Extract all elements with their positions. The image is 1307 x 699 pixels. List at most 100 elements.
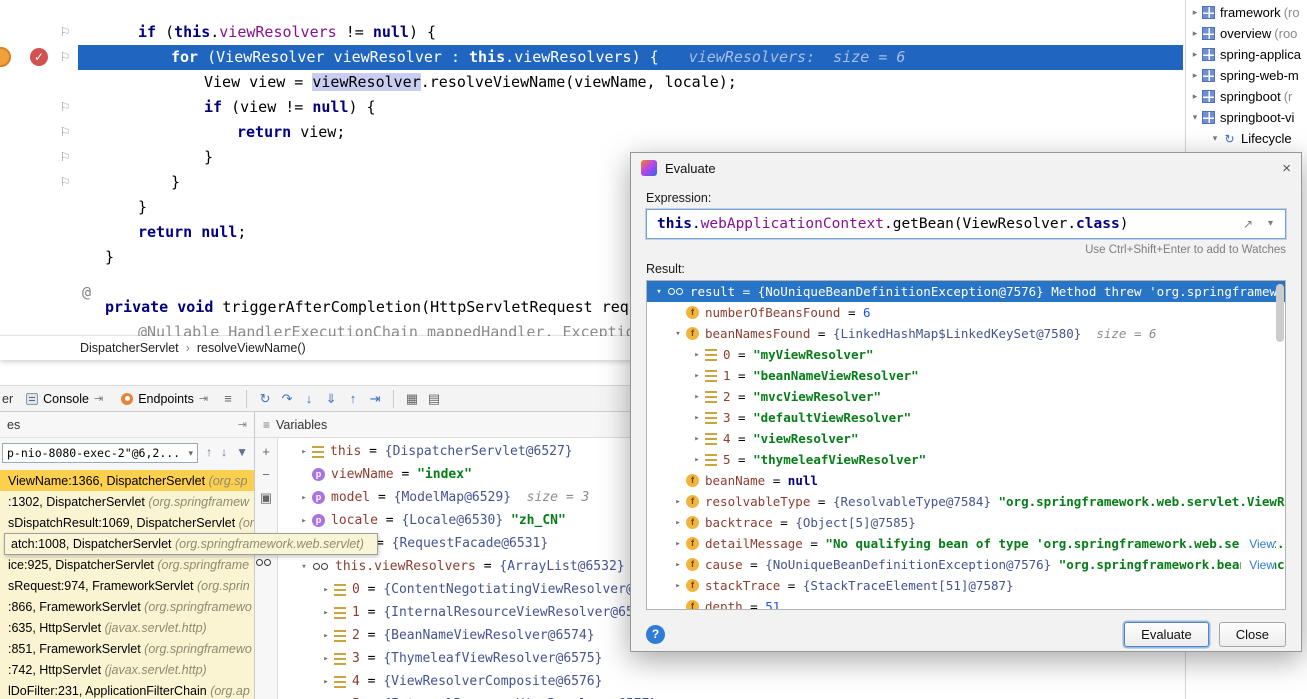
result-row[interactable]: ▸fstackTrace = {StackTraceElement[51]@75… <box>647 575 1285 596</box>
stack-frame-row[interactable]: ViewName:1366, DispatcherServlet (org.sp <box>0 470 255 491</box>
help-icon[interactable]: ? <box>646 625 665 644</box>
result-row[interactable]: ▸fbacktrace = {Object[5]@7585} <box>647 512 1285 533</box>
chevron-icon[interactable]: ▾ <box>296 562 312 572</box>
frames-list[interactable]: ViewName:1366, DispatcherServlet (org.sp… <box>0 470 255 699</box>
stack-frame-row[interactable]: :742, HttpServlet (javax.servlet.http) <box>0 659 255 680</box>
step-over-icon[interactable]: ↷ <box>276 391 298 407</box>
code-line[interactable]: View view = viewResolver.resolveViewName… <box>0 70 1183 95</box>
add-watch-icon[interactable]: + <box>255 444 277 459</box>
code-line[interactable]: if (this.viewResolvers != null) { <box>0 20 1183 45</box>
evaluate-button[interactable]: Evaluate <box>1124 622 1209 647</box>
result-row[interactable]: ▸5 = "thymeleafViewResolver" <box>647 449 1285 470</box>
duplicate-watch-icon[interactable]: ▣ <box>255 490 277 506</box>
chevron-icon[interactable]: ▸ <box>1188 28 1202 39</box>
chevron-icon[interactable]: ▾ <box>1188 112 1202 123</box>
breadcrumb-class[interactable]: DispatcherServlet <box>80 341 179 355</box>
bookmark-icon[interactable]: ⚐ <box>58 150 72 164</box>
chevron-icon[interactable]: ▸ <box>296 493 312 503</box>
chevron-icon[interactable]: ▸ <box>1188 91 1202 102</box>
stack-frame-row[interactable]: :635, HttpServlet (javax.servlet.http) <box>0 617 255 638</box>
stack-frame-row[interactable]: :851, FrameworkServlet (org.springframew… <box>0 638 255 659</box>
watch-glasses-icon[interactable] <box>255 556 277 569</box>
bookmark-icon[interactable]: ⚐ <box>58 100 72 114</box>
result-row[interactable]: ▸4 = "viewResolver" <box>647 428 1285 449</box>
chevron-icon[interactable]: ▸ <box>318 608 334 618</box>
chevron-icon[interactable]: ▸ <box>318 631 334 641</box>
result-row[interactable]: ▸2 = "mvcViewResolver" <box>647 386 1285 407</box>
hamburger-menu-icon[interactable]: ≡ <box>217 391 239 406</box>
chevron-icon[interactable]: ▸ <box>689 392 705 402</box>
chevron-icon[interactable]: ▸ <box>670 560 686 570</box>
result-row[interactable]: ▾result = {NoUniqueBeanDefinitionExcepti… <box>647 281 1285 302</box>
maven-item[interactable]: ▾↻Lifecycle <box>1186 128 1307 149</box>
maven-tree[interactable]: ▸framework (ro▸overview (roo▸spring-appl… <box>1186 2 1307 149</box>
result-row[interactable]: ▸fcause = {NoUniqueBeanDefinitionExcepti… <box>647 554 1285 575</box>
stack-frame-row[interactable]: sRequest:974, FrameworkServlet (org.spri… <box>0 575 255 596</box>
maven-item[interactable]: ▸overview (roo <box>1186 23 1307 44</box>
expand-icon[interactable]: ↗ <box>1243 210 1253 238</box>
stack-frame-row[interactable]: sDispatchResult:1069, DispatcherServlet … <box>0 512 255 533</box>
run-to-cursor-icon[interactable]: ⇥ <box>364 391 386 407</box>
chevron-icon[interactable]: ▸ <box>689 371 705 381</box>
chevron-icon[interactable]: ▸ <box>689 413 705 423</box>
result-row[interactable]: ▸0 = "myViewResolver" <box>647 344 1285 365</box>
chevron-icon[interactable]: ▸ <box>318 585 334 595</box>
code-line[interactable]: if (view != null) { <box>0 95 1183 120</box>
stack-frame-row[interactable]: lDoFilter:231, ApplicationFilterChain (o… <box>0 680 255 699</box>
chevron-icon[interactable]: ▸ <box>689 455 705 465</box>
execution-line[interactable]: for (ViewResolver viewResolver : this.vi… <box>0 45 1183 70</box>
expression-input[interactable]: this.webApplicationContext.getBean(ViewR… <box>646 209 1286 239</box>
breakpoint-icon[interactable]: ✓ <box>30 48 48 66</box>
result-row[interactable]: ▾fbeanNamesFound = {LinkedHashMap$Linked… <box>647 323 1285 344</box>
variable-row[interactable]: ▸5 = {InternalResourceViewResolver@6577} <box>278 693 1183 699</box>
move-down-icon[interactable]: ↓ <box>221 445 227 459</box>
view-as-table-icon[interactable]: ▦ <box>401 391 423 407</box>
chevron-icon[interactable]: ▸ <box>670 518 686 528</box>
frames-header-icon[interactable]: ⇥ <box>238 418 247 431</box>
scrollbar-thumb[interactable] <box>1276 284 1284 342</box>
close-icon[interactable]: × <box>1282 160 1291 177</box>
tab-endpoints[interactable]: Endpoints ⇥ <box>112 386 217 411</box>
bookmark-icon[interactable]: ⚐ <box>58 175 72 189</box>
maven-item[interactable]: ▾springboot-vi <box>1186 107 1307 128</box>
dialog-titlebar[interactable]: Evaluate × <box>631 153 1301 183</box>
maven-item[interactable]: ▸spring-applica <box>1186 44 1307 65</box>
tab-console[interactable]: Console ⇥ <box>17 386 112 411</box>
maven-item[interactable]: ▸framework (ro <box>1186 2 1307 23</box>
chevron-icon[interactable]: ▸ <box>670 581 686 591</box>
menu-icon[interactable]: ≡ <box>263 418 270 432</box>
chevron-icon[interactable]: ▸ <box>1188 49 1202 60</box>
maven-item[interactable]: ▸spring-web-m <box>1186 65 1307 86</box>
result-row[interactable]: ▸fresolvableType = {ResolvableType@7584}… <box>647 491 1285 512</box>
result-row[interactable]: fdepth = 51 <box>647 596 1285 610</box>
chevron-icon[interactable]: ▸ <box>318 654 334 664</box>
step-out-icon[interactable]: ↑ <box>342 391 364 406</box>
chevron-icon[interactable]: ▸ <box>689 434 705 444</box>
breadcrumb-method[interactable]: resolveViewName() <box>197 341 306 355</box>
force-step-into-icon[interactable]: ⇓ <box>320 391 342 407</box>
move-up-icon[interactable]: ↑ <box>206 445 212 459</box>
chevron-icon[interactable]: ▸ <box>670 539 686 549</box>
chevron-icon[interactable]: ▸ <box>689 350 705 360</box>
history-dropdown-icon[interactable]: ▾ <box>1268 210 1273 238</box>
stack-frame-row[interactable]: ice:925, DispatcherServlet (org.springfr… <box>0 554 255 575</box>
result-row[interactable]: fbeanName = null <box>647 470 1285 491</box>
remove-watch-icon[interactable]: − <box>255 467 277 482</box>
bookmark-icon[interactable]: ⚐ <box>58 50 72 64</box>
result-row[interactable]: fnumberOfBeansFound = 6 <box>647 302 1285 323</box>
result-row[interactable]: ▸fdetailMessage = "No qualifying bean of… <box>647 533 1285 554</box>
bookmark-icon[interactable]: ⚐ <box>58 25 72 39</box>
result-row[interactable]: ▸1 = "beanNameViewResolver" <box>647 365 1285 386</box>
variable-row[interactable]: ▸4 = {ViewResolverComposite@6576} <box>278 670 1183 693</box>
maven-item[interactable]: ▸springboot (r <box>1186 86 1307 107</box>
chevron-icon[interactable]: ▾ <box>651 287 667 297</box>
chevron-icon[interactable]: ▸ <box>296 516 312 526</box>
chevron-icon[interactable]: ▸ <box>1188 7 1202 18</box>
view-link[interactable]: View <box>1241 554 1275 575</box>
stack-frame-row[interactable]: :1302, DispatcherServlet (org.springfram… <box>0 491 255 512</box>
bookmark-icon[interactable]: ⚐ <box>58 125 72 139</box>
view-link[interactable]: View <box>1241 533 1275 554</box>
chevron-icon[interactable]: ▾ <box>670 329 686 339</box>
code-line[interactable]: return view; <box>0 120 1183 145</box>
stack-frame-row[interactable]: :866, FrameworkServlet (org.springframew… <box>0 596 255 617</box>
